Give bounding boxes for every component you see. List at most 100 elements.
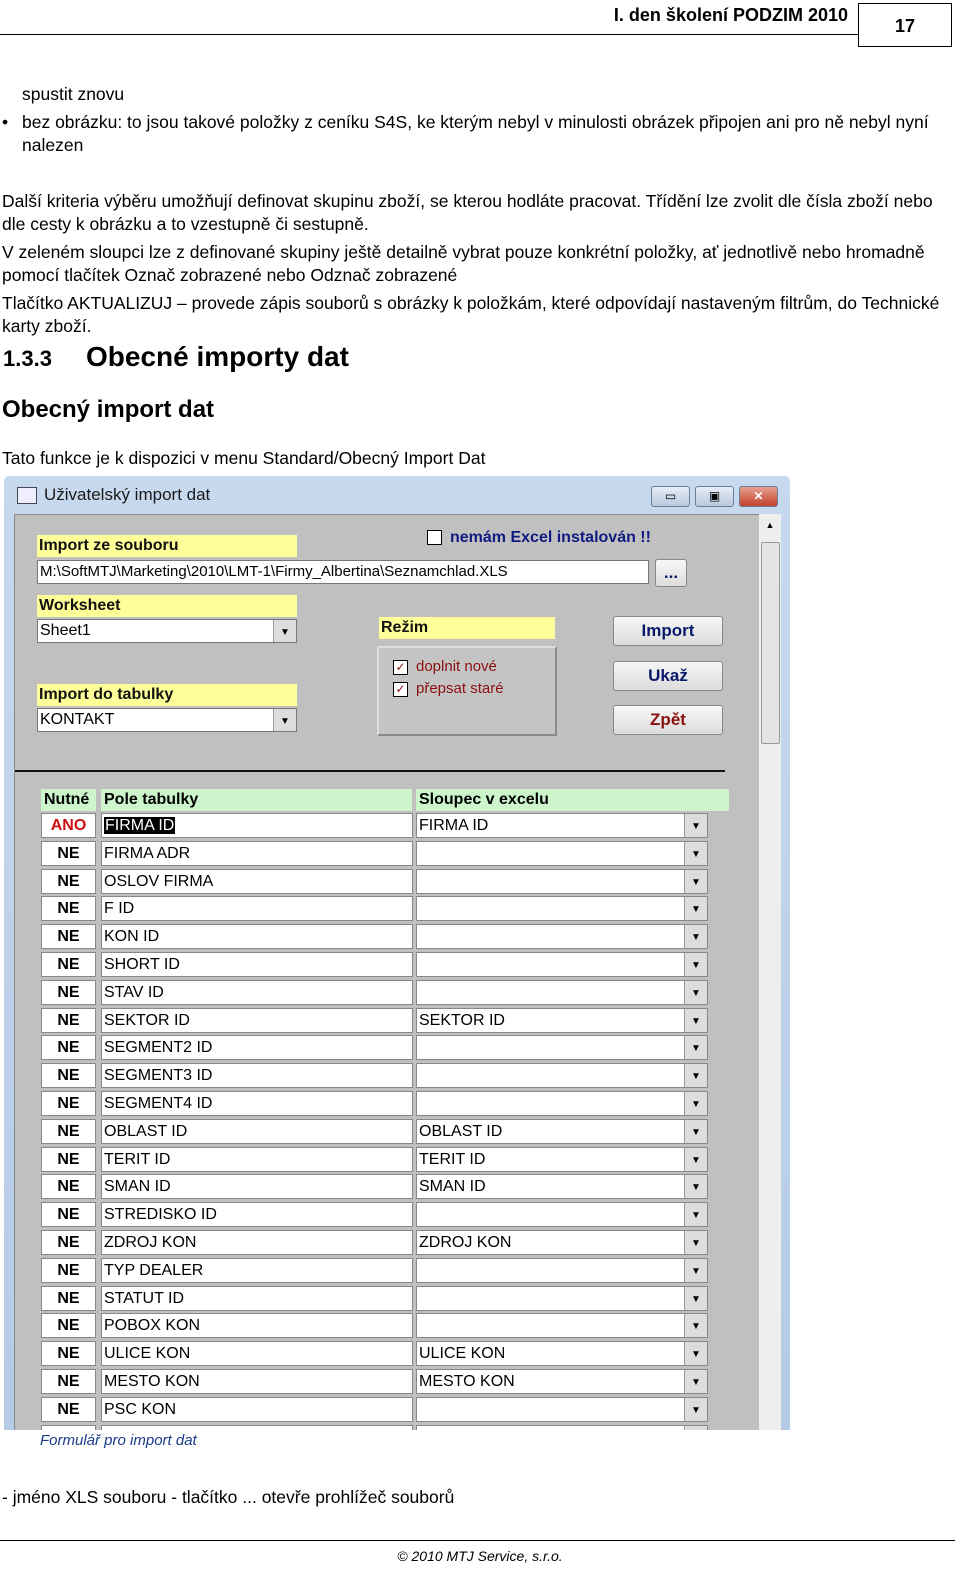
checkbox-checked[interactable]: ✓ — [393, 659, 408, 675]
required-cell: NE — [41, 1063, 96, 1089]
field-cell[interactable]: SHORT ID — [101, 952, 413, 977]
mode-option-overwrite[interactable]: ✓ přepsat staré — [393, 680, 504, 697]
excel-column-select[interactable]: ▼ — [416, 868, 708, 894]
field-cell[interactable]: ULICE KON — [101, 1341, 413, 1367]
no-excel-checkbox[interactable] — [427, 530, 442, 546]
show-button[interactable]: Ukaž — [613, 661, 723, 691]
field-name: SEGMENT2 ID — [104, 1039, 213, 1057]
excel-column-select[interactable]: FIRMA ID ▼ — [416, 813, 708, 838]
field-cell[interactable]: ZDROJ KON — [101, 1230, 413, 1255]
chevron-down-icon[interactable]: ▼ — [684, 1231, 707, 1254]
field-cell[interactable]: STAV ID — [101, 979, 413, 1005]
excel-column-select[interactable]: ULICE KON ▼ — [416, 1341, 708, 1367]
chevron-down-icon[interactable]: ▼ — [684, 925, 707, 949]
field-cell[interactable]: POBOX KON — [101, 1313, 413, 1339]
chevron-down-icon[interactable]: ▼ — [684, 1370, 707, 1393]
chevron-down-icon[interactable]: ▼ — [273, 709, 296, 731]
excel-column-select[interactable]: ▼ — [416, 1035, 708, 1061]
chevron-down-icon[interactable]: ▼ — [684, 1397, 707, 1421]
field-cell[interactable]: FIRMA ID — [101, 813, 413, 838]
excel-column-value: OBLAST ID — [419, 1122, 503, 1140]
chevron-down-icon[interactable]: ▼ — [684, 1425, 707, 1430]
field-cell[interactable]: F ID — [101, 896, 413, 922]
field-cell[interactable]: TERIT ID — [101, 1146, 413, 1172]
excel-column-select[interactable]: TERIT ID ▼ — [416, 1146, 708, 1172]
field-cell[interactable]: TYP DEALER — [101, 1257, 413, 1283]
chevron-down-icon[interactable]: ▼ — [684, 1175, 707, 1199]
chevron-down-icon[interactable]: ▼ — [684, 1203, 707, 1227]
title-bar[interactable]: Uživatelský import dat ▭ ▣ ✕ — [4, 476, 790, 514]
file-path-input[interactable]: M:\SoftMTJ\Marketing\2010\LMT-1\Firmy_Al… — [37, 560, 649, 584]
mode-option-add[interactable]: ✓ doplnit nové — [393, 658, 497, 675]
excel-column-select[interactable]: ▼ — [416, 840, 708, 866]
close-button[interactable]: ✕ — [739, 486, 778, 507]
chevron-down-icon[interactable]: ▼ — [684, 1147, 707, 1171]
excel-column-select[interactable]: ▼ — [416, 1424, 708, 1430]
maximize-button[interactable]: ▣ — [695, 486, 734, 507]
chevron-down-icon[interactable]: ▼ — [684, 1314, 707, 1338]
excel-column-select[interactable]: ▼ — [416, 924, 708, 950]
field-cell[interactable]: SEGMENT4 ID — [101, 1091, 413, 1116]
chevron-down-icon[interactable]: ▼ — [684, 1342, 707, 1366]
back-button[interactable]: Zpět — [613, 705, 723, 735]
minimize-button[interactable]: ▭ — [651, 486, 690, 507]
excel-column-select[interactable]: SMAN ID ▼ — [416, 1174, 708, 1200]
chevron-down-icon[interactable]: ▼ — [684, 1008, 707, 1032]
field-cell[interactable]: PSC KON — [101, 1396, 413, 1422]
field-name: FIRMA ADR — [104, 844, 191, 862]
excel-column-select[interactable]: ▼ — [416, 1313, 708, 1339]
chevron-down-icon[interactable]: ▼ — [684, 953, 707, 976]
field-cell[interactable]: STAT KON — [101, 1424, 413, 1430]
worksheet-select[interactable]: Sheet1 ▼ — [37, 619, 297, 643]
import-button[interactable]: Import — [613, 616, 723, 646]
field-cell[interactable]: SEKTOR ID — [101, 1007, 413, 1033]
excel-column-select[interactable]: ▼ — [416, 1091, 708, 1116]
field-cell[interactable]: KON ID — [101, 924, 413, 950]
browse-button[interactable]: ... — [655, 559, 687, 587]
field-name: SMAN ID — [104, 1178, 171, 1196]
field-cell[interactable]: SEGMENT3 ID — [101, 1063, 413, 1089]
chevron-down-icon[interactable]: ▼ — [684, 841, 707, 865]
chevron-down-icon[interactable]: ▼ — [684, 1119, 707, 1143]
field-cell[interactable]: SMAN ID — [101, 1174, 413, 1200]
field-cell[interactable]: MESTO KON — [101, 1369, 413, 1394]
field-cell[interactable]: OBLAST ID — [101, 1118, 413, 1144]
table-row: NE F ID ▼ — [41, 896, 761, 922]
field-cell[interactable]: OSLOV FIRMA — [101, 868, 413, 894]
bullet-icon: • — [2, 112, 9, 132]
excel-column-select[interactable]: ▼ — [416, 896, 708, 922]
chevron-down-icon[interactable]: ▼ — [684, 1258, 707, 1282]
chevron-down-icon[interactable]: ▼ — [684, 1092, 707, 1115]
excel-column-select[interactable]: ▼ — [416, 1285, 708, 1311]
chevron-down-icon[interactable]: ▼ — [684, 1286, 707, 1310]
excel-column-select[interactable]: ▼ — [416, 952, 708, 977]
chevron-down-icon[interactable]: ▼ — [684, 814, 707, 837]
excel-column-select[interactable]: ▼ — [416, 1257, 708, 1283]
excel-column-select[interactable]: ▼ — [416, 1396, 708, 1422]
chevron-down-icon[interactable]: ▼ — [684, 1064, 707, 1088]
field-cell[interactable]: STATUT ID — [101, 1285, 413, 1311]
checkbox-checked[interactable]: ✓ — [393, 681, 408, 697]
excel-column-select[interactable]: ▼ — [416, 1063, 708, 1089]
excel-column-select[interactable]: SEKTOR ID ▼ — [416, 1007, 708, 1033]
field-cell[interactable]: FIRMA ADR — [101, 840, 413, 866]
excel-column-select[interactable]: ▼ — [416, 979, 708, 1005]
scroll-up-icon[interactable]: ▲ — [759, 520, 781, 530]
chevron-down-icon[interactable]: ▼ — [684, 980, 707, 1004]
field-cell[interactable]: SEGMENT2 ID — [101, 1035, 413, 1061]
mode-option-label: přepsat staré — [416, 680, 504, 697]
table-select[interactable]: KONTAKT ▼ — [37, 708, 297, 732]
chevron-down-icon[interactable]: ▼ — [684, 869, 707, 893]
excel-column-select[interactable]: ▼ — [416, 1202, 708, 1228]
field-cell[interactable]: STREDISKO ID — [101, 1202, 413, 1228]
required-cell: NE — [41, 1313, 96, 1339]
chevron-down-icon[interactable]: ▼ — [684, 1036, 707, 1060]
chevron-down-icon[interactable]: ▼ — [273, 620, 296, 642]
chevron-down-icon[interactable]: ▼ — [684, 897, 707, 921]
excel-column-select[interactable]: ZDROJ KON ▼ — [416, 1230, 708, 1255]
no-excel-option[interactable]: nemám Excel instalován !! — [427, 529, 651, 547]
scrollbar-thumb[interactable] — [761, 542, 780, 744]
excel-column-select[interactable]: OBLAST ID ▼ — [416, 1118, 708, 1144]
excel-column-select[interactable]: MESTO KON ▼ — [416, 1369, 708, 1394]
vertical-scrollbar[interactable]: ▲ — [759, 514, 781, 1430]
